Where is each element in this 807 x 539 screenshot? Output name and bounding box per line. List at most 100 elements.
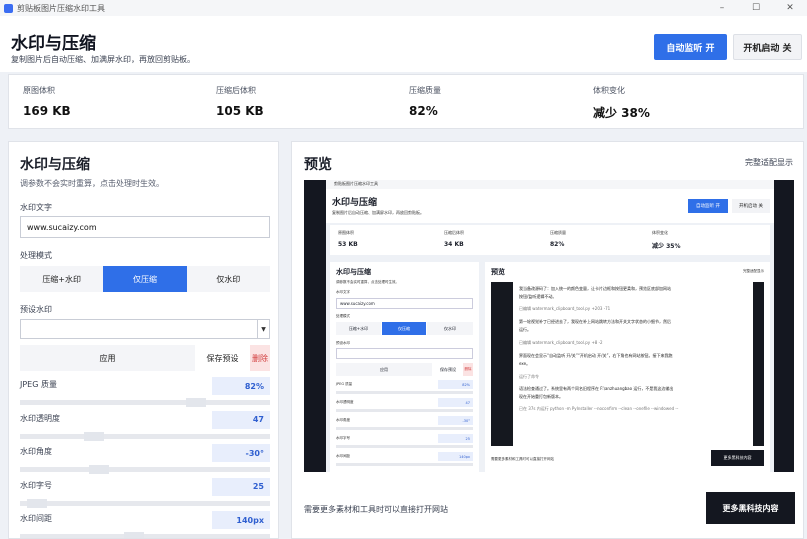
- preview-stat-value: 82%: [550, 241, 565, 248]
- preview-chat-line: 已编辑 watermark_clipboard_tool.py +8 -2: [519, 340, 603, 345]
- preview-chat-line: 运行了命令: [519, 374, 539, 379]
- preview-slider-track: [336, 427, 473, 430]
- preview-chat-line: exe。: [519, 361, 531, 366]
- slider-track[interactable]: [20, 433, 270, 439]
- stat-value: 82%: [409, 104, 438, 118]
- preview-text-input: www.sucaizy.com: [336, 298, 473, 309]
- slider-track[interactable]: [20, 400, 270, 405]
- preview-fit-label: 完整适配显示: [743, 269, 764, 273]
- stat-compressed-size: 压缩后体积 105 KB: [216, 85, 264, 118]
- preview-slider-track: [336, 391, 473, 394]
- preview-stats: 原图体积 53 KB 压缩后体积 34 KB 压缩质量 82% 体积变化 减少 …: [330, 225, 770, 255]
- preview-slider-label: JPEG 质量: [336, 382, 353, 386]
- preview-save: 保存预设: [440, 366, 456, 372]
- boot-start-toggle-button[interactable]: 开机启动 关: [733, 34, 802, 60]
- preview-slider-value: 82%: [438, 380, 473, 389]
- slider-label: 水印透明度: [20, 413, 60, 423]
- preview-header-subtitle: 复制图片后自动压缩、加满屏水印，再放回剪贴板。: [332, 210, 424, 215]
- delete-preset-button[interactable]: 删除: [250, 345, 270, 371]
- preview-delete: 删除: [463, 363, 473, 376]
- slider-row: 水印字号 25: [20, 477, 270, 508]
- app-icon: [4, 3, 13, 13]
- watermark-text-input[interactable]: www.sucaizy.com: [20, 216, 270, 238]
- stat-label: 压缩质量: [409, 86, 441, 95]
- preview-chat-line: 我当备改源码了：加入统一的颜色变量，让卡片边框和按钮更柔和，预览区底部加网站: [519, 286, 671, 291]
- preview-header: 水印与压缩 复制图片后自动压缩、加满屏水印，再放回剪贴板。 自动监听 开 开机启…: [326, 189, 774, 223]
- preview-chat-line: 第一轮视觉补丁已经进去了，我现在补上网站跳转方法和开关文字状态的小细节，然后: [519, 319, 671, 324]
- slider-label: JPEG 质量: [20, 380, 57, 389]
- stat-label: 压缩后体积: [216, 86, 256, 95]
- fit-display-toggle[interactable]: 完整适配显示: [745, 157, 793, 168]
- slider-thumb[interactable]: [84, 431, 105, 441]
- preview-settings-subtitle: 调参数不会实时重算，点击处理时生效。: [336, 280, 399, 284]
- preview-preset-label: 预设水印: [336, 341, 350, 345]
- stat-label: 原图体积: [23, 86, 55, 95]
- preview-boot-button: 开机启动 关: [732, 199, 770, 213]
- preview-image: 剪贴板图片压缩水印工具 水印与压缩 复制图片后自动压缩、加满屏水印，再放回剪贴板…: [304, 180, 794, 472]
- preview-stat-label: 体积变化: [652, 230, 668, 235]
- preview-slider-label: 水印字号: [336, 436, 350, 440]
- slider-value-input[interactable]: -30°: [212, 444, 270, 462]
- slider-track[interactable]: [20, 534, 270, 538]
- page-subtitle: 复制图片后自动压缩、加满屏水印，再放回剪贴板。: [11, 55, 195, 64]
- slider-value-input[interactable]: 25: [212, 477, 270, 496]
- apply-button[interactable]: 应用: [20, 345, 195, 371]
- maximize-icon[interactable]: ☐: [739, 0, 773, 16]
- preset-select[interactable]: ▼: [20, 319, 270, 339]
- preview-slider-label: 水印透明度: [336, 400, 354, 404]
- slider-value-input[interactable]: 82%: [212, 377, 270, 395]
- window-title: 剪贴板图片压缩水印工具: [17, 3, 105, 13]
- settings-subtitle: 调参数不会实时重算，点击处理时生效。: [20, 179, 164, 188]
- slider-track[interactable]: [20, 500, 270, 506]
- more-content-button[interactable]: 更多黑科技内容: [706, 492, 795, 524]
- preview-mode-active: 仅压缩: [382, 322, 426, 335]
- mode-compress-watermark[interactable]: 压缩+水印: [20, 266, 104, 292]
- chevron-down-icon[interactable]: ▼: [257, 320, 269, 338]
- stat-value: 105 KB: [216, 104, 264, 118]
- preset-actions: 应用 保存预设 删除: [20, 345, 270, 371]
- stat-value: 169 KB: [23, 104, 71, 118]
- preview-chat-line: 现在开始重打包新版本。: [519, 394, 563, 399]
- preview-settings-panel: 水印与压缩 调参数不会实时重算，点击处理时生效。 水印文字 www.sucaiz…: [330, 262, 479, 472]
- preview-titlebar: 剪贴板图片压缩水印工具: [326, 180, 774, 189]
- slider-thumb[interactable]: [185, 398, 206, 407]
- preview-mode: 仅水印: [427, 322, 473, 335]
- mode-label: 处理模式: [20, 251, 52, 260]
- stat-original-size: 原图体积 169 KB: [23, 85, 71, 118]
- app-header: 水印与压缩 复制图片后自动压缩、加满屏水印，再放回剪贴板。 自动监听 开 开机启…: [0, 16, 807, 72]
- close-icon[interactable]: ✕: [773, 0, 807, 16]
- preview-preset-select: [336, 348, 473, 359]
- slider-track[interactable]: [20, 467, 270, 472]
- preview-chat-line: 运行。: [519, 327, 531, 332]
- slider-row: 水印角度 -30°: [20, 444, 270, 474]
- slider-thumb[interactable]: [89, 465, 109, 474]
- preview-mode: 压缩+水印: [336, 322, 381, 335]
- preview-slider-track: [336, 445, 473, 448]
- mode-compress-only[interactable]: 仅压缩: [103, 266, 187, 292]
- stat-quality: 压缩质量 82%: [409, 85, 441, 118]
- slider-value-input[interactable]: 47: [212, 410, 270, 429]
- preview-preview-panel: 预览 完整适配显示 我当备改源码了：加入统一的颜色变量，让卡片边框和按钮更柔和，…: [485, 262, 770, 472]
- preset-label: 预设水印: [20, 305, 52, 314]
- save-preset-button[interactable]: 保存预设: [195, 345, 250, 371]
- slider-thumb[interactable]: [26, 498, 47, 508]
- auto-listen-toggle-button[interactable]: 自动监听 开: [654, 34, 727, 60]
- preview-slider-label: 水印间距: [336, 454, 350, 458]
- slider-thumb[interactable]: [123, 532, 144, 538]
- slider-row: 水印透明度 47: [20, 410, 270, 441]
- footer-text: 需要更多素材和工具时可以直接打开网站: [304, 505, 448, 514]
- settings-title: 水印与压缩: [20, 157, 90, 173]
- preview-settings-title: 水印与压缩: [336, 268, 371, 276]
- preview-slider-value: 47: [438, 398, 473, 407]
- stat-value: 减少 38%: [593, 106, 650, 120]
- minimize-icon[interactable]: –: [705, 0, 739, 16]
- preview-slider-value: 25: [438, 434, 473, 443]
- stats-bar: 原图体积 169 KB 压缩后体积 105 KB 压缩质量 82% 体积变化 减…: [8, 74, 804, 129]
- preview-panel: 预览 完整适配显示 剪贴板图片压缩水印工具 水印与压缩 复制图片后自动压缩、加满…: [291, 141, 804, 539]
- preview-chat-line: 界面现在会显示“自动监听 开/关”“开机启动 开/关”，右下角也有网站按钮。接下…: [519, 353, 673, 358]
- preview-app-screenshot: 剪贴板图片压缩水印工具 水印与压缩 复制图片后自动压缩、加满屏水印，再放回剪贴板…: [326, 180, 774, 472]
- preview-stat-label: 压缩后体积: [444, 230, 464, 235]
- slider-value-input[interactable]: 140px: [212, 511, 270, 529]
- mode-watermark-only[interactable]: 仅水印: [186, 266, 270, 292]
- preview-stat-value: 减少 35%: [652, 243, 681, 250]
